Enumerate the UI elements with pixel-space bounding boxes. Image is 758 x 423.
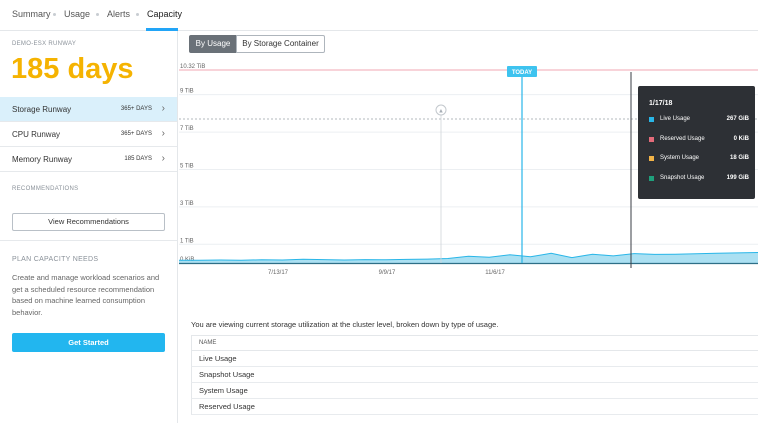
- tooltip-value: 18 GiB: [729, 155, 749, 161]
- tooltip-row-live-usage: Live Usage 267 GiB: [649, 115, 749, 125]
- tooltip-label: Live Usage: [660, 116, 691, 122]
- table-row[interactable]: System Usage: [191, 383, 758, 399]
- usage-table: NAME Live Usage Snapshot Usage System Us…: [191, 335, 758, 415]
- tooltip-value: 0 KiB: [733, 136, 749, 142]
- y-tick-label: 9 TiB: [180, 89, 194, 95]
- table-row[interactable]: Reserved Usage: [191, 399, 758, 415]
- alert-marker-glyph: ▲: [438, 109, 444, 115]
- y-tick-label: 7 TiB: [180, 126, 194, 132]
- chart-tooltip: 1/17/18 Live Usage 267 GiB Reserved Usag…: [638, 86, 755, 199]
- y-tick-label: 3 TiB: [180, 201, 194, 207]
- x-tick-label: 7/13/17: [268, 270, 289, 276]
- x-tick-label: 11/6/17: [485, 270, 505, 276]
- tooltip-value: 267 GiB: [726, 116, 749, 122]
- y-tick-label: 5 TiB: [180, 163, 194, 169]
- y-tick-label: 1 TiB: [180, 238, 194, 244]
- tooltip-row-reserved-usage: Reserved Usage 0 KiB: [649, 135, 749, 145]
- legend-swatch: [649, 117, 654, 122]
- x-tick-label: 9/9/17: [379, 270, 396, 276]
- tooltip-date: 1/17/18: [649, 100, 673, 107]
- table-row[interactable]: Snapshot Usage: [191, 367, 758, 383]
- table-row[interactable]: Live Usage: [191, 351, 758, 367]
- legend-swatch: [649, 156, 654, 161]
- tooltip-label: System Usage: [660, 155, 700, 161]
- get-started-button[interactable]: Get Started: [12, 333, 165, 352]
- tooltip-label: Snapshot Usage: [660, 175, 705, 181]
- tooltip-row-system-usage: System Usage 18 GiB: [649, 154, 749, 164]
- table-header-name[interactable]: NAME: [191, 335, 758, 351]
- legend-swatch: [649, 137, 654, 142]
- legend-swatch: [649, 176, 654, 181]
- tooltip-row-snapshot-usage: Snapshot Usage 199 GiB: [649, 174, 749, 184]
- y-tick-label: 10.32 TiB: [180, 64, 205, 70]
- tooltip-value: 199 GiB: [726, 175, 749, 181]
- usage-description: You are viewing current storage utilizat…: [191, 320, 499, 329]
- today-label: TODAY: [512, 70, 532, 76]
- tooltip-label: Reserved Usage: [660, 136, 705, 142]
